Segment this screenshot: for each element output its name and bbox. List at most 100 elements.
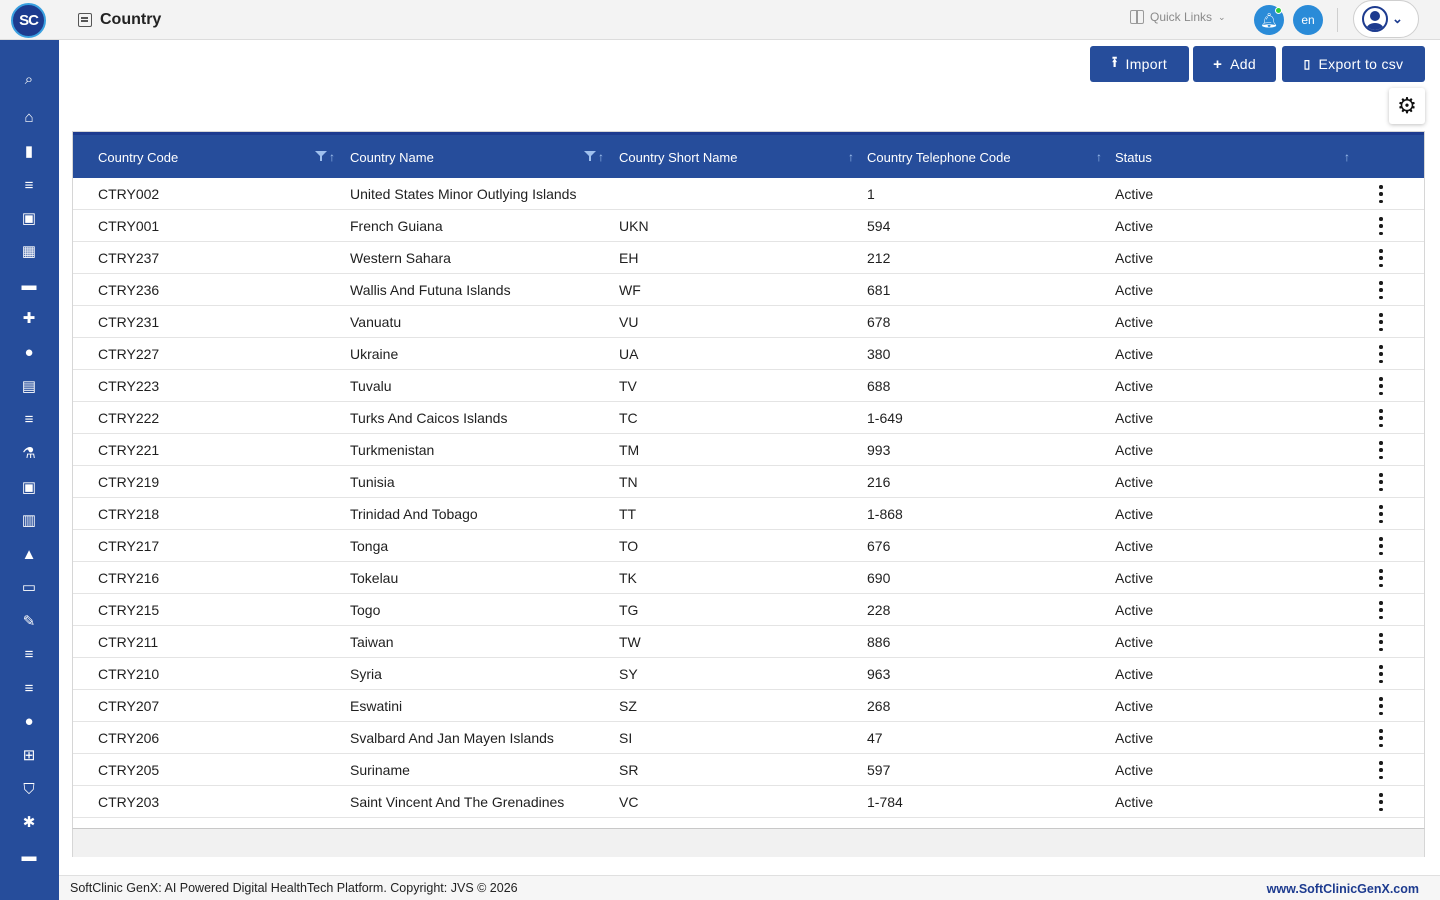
- sort-arrow-icon[interactable]: ↑: [598, 150, 604, 164]
- row-actions-kebab-icon[interactable]: [1378, 441, 1384, 459]
- table-row[interactable]: CTRY215 Togo TG 228 Active: [73, 594, 1424, 626]
- sidebar-item-drop[interactable]: ●: [18, 710, 40, 732]
- row-actions-kebab-icon[interactable]: [1378, 729, 1384, 747]
- row-actions-kebab-icon[interactable]: [1378, 249, 1384, 267]
- sidebar-item-devices[interactable]: ▭: [18, 576, 40, 598]
- row-actions-kebab-icon[interactable]: [1378, 665, 1384, 683]
- row-actions-kebab-icon[interactable]: [1378, 505, 1384, 523]
- sidebar-item-bed[interactable]: ▬: [18, 274, 40, 296]
- table-row[interactable]: CTRY002 United States Minor Outlying Isla…: [73, 178, 1424, 210]
- row-actions-kebab-icon[interactable]: [1378, 281, 1384, 299]
- row-actions-kebab-icon[interactable]: [1378, 217, 1384, 235]
- sidebar-item-document[interactable]: ▤: [18, 375, 40, 397]
- row-actions-kebab-icon[interactable]: [1378, 697, 1384, 715]
- table-row[interactable]: CTRY231 Vanuatu VU 678 Active: [73, 306, 1424, 338]
- row-actions-kebab-icon[interactable]: [1378, 377, 1384, 395]
- sidebar-item-list[interactable]: ≡: [18, 677, 40, 699]
- export-csv-button[interactable]: ▯ Export to csv: [1282, 46, 1425, 82]
- sidebar-item-medical-bag[interactable]: ▣: [18, 207, 40, 229]
- sidebar-item-calendar[interactable]: ▦: [18, 240, 40, 262]
- filter-icon[interactable]: [315, 150, 327, 162]
- row-actions-kebab-icon[interactable]: [1378, 473, 1384, 491]
- column-header-country-short-name[interactable]: Country Short Name: [619, 150, 738, 165]
- sidebar-item-add-box[interactable]: ⊞: [18, 744, 40, 766]
- row-actions-kebab-icon[interactable]: [1378, 313, 1384, 331]
- sidebar-item-building[interactable]: ▲: [18, 543, 40, 565]
- sidebar-item-pharmacy[interactable]: ▣: [18, 476, 40, 498]
- sidebar-item-network[interactable]: ✱: [18, 811, 40, 833]
- language-button[interactable]: en: [1293, 5, 1323, 35]
- folder-icon: ▬: [21, 847, 37, 865]
- table-row[interactable]: CTRY236 Wallis And Futuna Islands WF 681 Act…: [73, 274, 1424, 306]
- column-header-telephone-code[interactable]: Country Telephone Code: [867, 150, 1011, 165]
- column-header-country-name[interactable]: Country Name: [350, 150, 434, 165]
- table-row[interactable]: CTRY237 Western Sahara EH 212 Active: [73, 242, 1424, 274]
- sort-arrow-icon[interactable]: ↑: [848, 150, 854, 164]
- row-actions-kebab-icon[interactable]: [1378, 761, 1384, 779]
- sidebar-item-list[interactable]: ≡: [18, 643, 40, 665]
- cell-country-name: Tuvalu: [350, 378, 392, 394]
- sidebar-item-person[interactable]: ●: [18, 341, 40, 363]
- profile-menu-button[interactable]: ⌄: [1353, 0, 1419, 38]
- sidebar-item-home[interactable]: ⌂: [18, 106, 40, 128]
- table-row[interactable]: CTRY221 Turkmenistan TM 993 Active: [73, 434, 1424, 466]
- country-table: Country Code ↑ Country Name ↑ Country Sh…: [72, 131, 1425, 829]
- table-row[interactable]: CTRY227 Ukraine UA 380 Active: [73, 338, 1424, 370]
- cell-status: Active: [1115, 666, 1154, 682]
- table-row[interactable]: CTRY203 Saint Vincent And The Grenadines V…: [73, 786, 1424, 818]
- table-row[interactable]: CTRY211 Taiwan TW 886 Active: [73, 626, 1424, 658]
- sidebar-item-search[interactable]: ⌕: [18, 68, 40, 90]
- row-actions-kebab-icon[interactable]: [1378, 345, 1384, 363]
- table-row[interactable]: CTRY217 Tonga TO 676 Active: [73, 530, 1424, 562]
- settings-button[interactable]: ⚙: [1389, 88, 1425, 124]
- table-row[interactable]: CTRY210 Syria SY 963 Active: [73, 658, 1424, 690]
- quick-links-dropdown[interactable]: Quick Links ⌄: [1130, 10, 1226, 24]
- table-row[interactable]: CTRY222 Turks And Caicos Islands TC 1-649 Ac…: [73, 402, 1424, 434]
- sidebar-item-wrench[interactable]: ✎: [18, 610, 40, 632]
- row-actions-kebab-icon[interactable]: [1378, 185, 1384, 203]
- import-button[interactable]: ⭱ Import: [1090, 46, 1189, 82]
- notifications-button[interactable]: 🔔︎: [1254, 5, 1284, 35]
- table-row[interactable]: CTRY219 Tunisia TN 216 Active: [73, 466, 1424, 498]
- cell-country-short-name: VU: [619, 314, 639, 330]
- sidebar-item-menu[interactable]: ≡: [18, 174, 40, 196]
- cell-country-name: Syria: [350, 666, 382, 682]
- row-actions-kebab-icon[interactable]: [1378, 537, 1384, 555]
- cell-status: Active: [1115, 730, 1154, 746]
- row-actions-kebab-icon[interactable]: [1378, 793, 1384, 811]
- sort-arrow-icon[interactable]: ↑: [329, 150, 335, 164]
- row-actions-kebab-icon[interactable]: [1378, 409, 1384, 427]
- sidebar-item-lab[interactable]: ⚗: [18, 442, 40, 464]
- add-button[interactable]: + Add: [1193, 46, 1276, 82]
- sidebar-item-folder[interactable]: ▬: [18, 845, 40, 867]
- table-row[interactable]: CTRY218 Trinidad And Tobago TT 1-868 Active: [73, 498, 1424, 530]
- sidebar-item-medical-plus[interactable]: ✚: [18, 307, 40, 329]
- sidebar-item-bar-chart[interactable]: ▮: [18, 140, 40, 162]
- row-actions-kebab-icon[interactable]: [1378, 601, 1384, 619]
- cell-status: Active: [1115, 218, 1154, 234]
- sidebar-item-list[interactable]: ≡: [18, 408, 40, 430]
- filter-icon[interactable]: [584, 150, 596, 162]
- row-actions-kebab-icon[interactable]: [1378, 569, 1384, 587]
- column-header-country-code[interactable]: Country Code: [98, 150, 178, 165]
- sort-arrow-icon[interactable]: ↑: [1096, 150, 1102, 164]
- sidebar-item-book[interactable]: ▥: [18, 509, 40, 531]
- table-row[interactable]: CTRY206 Svalbard And Jan Mayen Islands SI 4…: [73, 722, 1424, 754]
- sort-arrow-icon[interactable]: ↑: [1344, 150, 1350, 164]
- building-icon: ▲: [21, 545, 37, 563]
- app-logo[interactable]: SC: [11, 3, 46, 38]
- table-row[interactable]: CTRY216 Tokelau TK 690 Active: [73, 562, 1424, 594]
- cell-country-code: CTRY236: [98, 282, 160, 298]
- table-row[interactable]: CTRY207 Eswatini SZ 268 Active: [73, 690, 1424, 722]
- footer-website-link[interactable]: www.SoftClinicGenX.com: [1267, 882, 1419, 896]
- table-row[interactable]: CTRY223 Tuvalu TV 688 Active: [73, 370, 1424, 402]
- cell-country-code: CTRY206: [98, 730, 160, 746]
- column-header-status[interactable]: Status: [1115, 150, 1152, 165]
- notification-dot: [1275, 7, 1282, 14]
- table-row[interactable]: CTRY001 French Guiana UKN 594 Active: [73, 210, 1424, 242]
- row-actions-kebab-icon[interactable]: [1378, 633, 1384, 651]
- sidebar-item-shield[interactable]: ⛉: [18, 778, 40, 800]
- cell-country-code: CTRY227: [98, 346, 160, 362]
- table-row[interactable]: CTRY205 Suriname SR 597 Active: [73, 754, 1424, 786]
- gift-icon: [1130, 10, 1144, 24]
